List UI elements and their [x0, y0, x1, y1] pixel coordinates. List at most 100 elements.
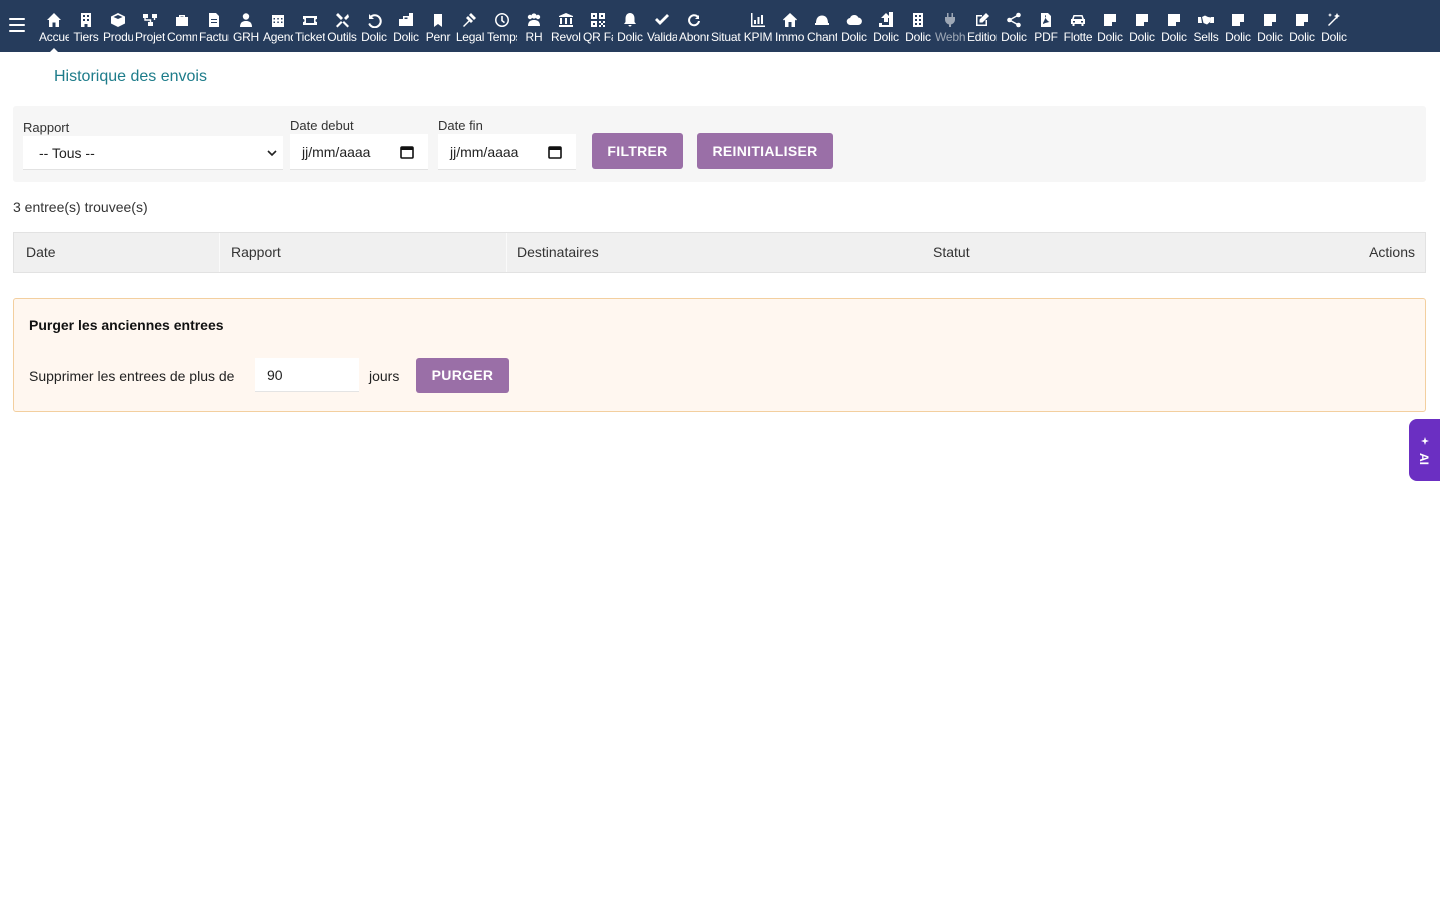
- menu-item[interactable]: Outils: [326, 0, 358, 52]
- main-menu: Accueil Tiers ProduitsProjetsCommercialFac…: [38, 0, 1350, 52]
- menu-item[interactable]: Dolic: [1126, 0, 1158, 52]
- menu-item-label: RH: [525, 30, 543, 44]
- menu-item[interactable]: Produits: [102, 0, 134, 52]
- start-date-input[interactable]: jj/mm/aaaa: [290, 134, 428, 170]
- purge-panel: Purger les anciennes entrees Supprimer l…: [13, 298, 1426, 412]
- menu-item[interactable]: Tickets: [294, 0, 326, 52]
- menu-item[interactable]: Edition: [966, 0, 998, 52]
- column-header-date[interactable]: Date: [26, 233, 56, 272]
- menu-item[interactable]: Penr: [422, 0, 454, 52]
- menu-item-label: Dolic: [1321, 30, 1347, 44]
- menu-item[interactable]: Dolic: [1158, 0, 1190, 52]
- column-header-report[interactable]: Rapport: [231, 233, 281, 272]
- filter-button[interactable]: FILTRER: [592, 133, 683, 169]
- menu-item[interactable]: Situation: [710, 0, 742, 52]
- menu-item[interactable]: RH: [518, 0, 550, 52]
- table-header-row: Date Rapport Destinataires Statut Action…: [13, 232, 1426, 273]
- menu-item[interactable]: Commercial: [166, 0, 198, 52]
- upload-icon: [870, 11, 902, 29]
- menu-item[interactable]: Dolic: [358, 0, 390, 52]
- menu-item[interactable]: Dolic: [1222, 0, 1254, 52]
- menu-item[interactable]: QR Factures: [582, 0, 614, 52]
- reset-button[interactable]: REINITIALISER: [697, 133, 833, 169]
- menu-item[interactable]: Dolic: [838, 0, 870, 52]
- menu-item[interactable]: Tiers: [70, 0, 102, 52]
- bookmark-icon: [422, 11, 454, 29]
- menu-item[interactable]: Webhook: [934, 0, 966, 52]
- calendar-icon: [262, 11, 294, 29]
- menu-item-label: PDF: [1034, 30, 1058, 44]
- menu-item[interactable]: Accueil: [38, 0, 70, 52]
- ticket-icon: [294, 11, 326, 29]
- end-date-placeholder: jj/mm/aaaa: [450, 144, 519, 160]
- user-tie-icon: [230, 11, 262, 29]
- menu-item-label: QR Factures: [583, 30, 613, 44]
- invoice-icon: [198, 11, 230, 29]
- menu-item[interactable]: Sells: [1190, 0, 1222, 52]
- column-divider: [219, 233, 220, 272]
- menu-item[interactable]: Projets: [134, 0, 166, 52]
- menu-item[interactable]: Immobilier: [774, 0, 806, 52]
- column-header-recipients[interactable]: Destinataires: [517, 233, 599, 272]
- menu-item[interactable]: Legal: [454, 0, 486, 52]
- report-select-value: -- Tous --: [39, 145, 95, 161]
- calendar-picker-icon[interactable]: [400, 145, 414, 159]
- menu-item[interactable]: Dolic: [870, 0, 902, 52]
- menu-item[interactable]: Dolic: [1254, 0, 1286, 52]
- menu-item[interactable]: PDF: [1030, 0, 1062, 52]
- menu-item-label: Outils: [327, 30, 357, 44]
- menu-item-label: Dolic: [1001, 30, 1027, 44]
- menu-item-label: Tickets: [295, 30, 325, 44]
- menu-item-label: Legal: [455, 30, 485, 44]
- report-select[interactable]: -- Tous --: [23, 136, 283, 170]
- menu-item[interactable]: Dolic: [1286, 0, 1318, 52]
- note-icon: [1286, 11, 1318, 29]
- column-divider: [506, 233, 507, 272]
- menu-item[interactable]: Abonnements: [678, 0, 710, 52]
- menu-item-label: Accueil: [39, 30, 69, 44]
- menu-item[interactable]: Dolic: [902, 0, 934, 52]
- report-filter-label: Rapport: [23, 120, 70, 135]
- purge-days-input[interactable]: 90: [255, 358, 359, 392]
- menu-item-label: Dolic: [1225, 30, 1251, 44]
- column-header-status[interactable]: Statut: [933, 233, 970, 272]
- ai-assistant-tab[interactable]: AI: [1409, 419, 1440, 481]
- menu-item[interactable]: Validation: [646, 0, 678, 52]
- page-title[interactable]: Historique des envois: [54, 68, 207, 86]
- note-icon: [1158, 11, 1190, 29]
- end-date-label: Date fin: [438, 118, 483, 133]
- menu-item[interactable]: Revolut: [550, 0, 582, 52]
- menu-item-label: Flotte: [1063, 30, 1093, 44]
- menu-item-label: Projets: [135, 30, 165, 44]
- clock-icon: [486, 11, 518, 29]
- menu-item[interactable]: Flotte: [1062, 0, 1094, 52]
- bell-icon: [614, 11, 646, 29]
- menu-item[interactable]: Temps: [486, 0, 518, 52]
- hamburger-menu-icon[interactable]: [9, 18, 25, 32]
- chevron-down-icon: [267, 150, 277, 157]
- menu-item-label: GRH: [232, 30, 260, 44]
- menu-item-label: Dolic: [361, 30, 387, 44]
- menu-item-label: Validation: [647, 30, 677, 44]
- purge-button[interactable]: PURGER: [416, 358, 509, 393]
- menu-item-label: Commercial: [167, 30, 197, 44]
- menu-item[interactable]: GRH: [230, 0, 262, 52]
- menu-item[interactable]: Chantier: [806, 0, 838, 52]
- briefcase-icon: [166, 11, 198, 29]
- menu-item[interactable]: Dolic: [1094, 0, 1126, 52]
- calendar-picker-icon[interactable]: [548, 145, 562, 159]
- menu-item[interactable]: KPIM: [742, 0, 774, 52]
- menu-item[interactable]: Dolic: [998, 0, 1030, 52]
- menu-item-label: Abonnements: [679, 30, 709, 44]
- menu-item[interactable]: Dolic: [614, 0, 646, 52]
- menu-item[interactable]: Dolic: [390, 0, 422, 52]
- share-icon: [998, 11, 1030, 29]
- cloud-icon: [838, 11, 870, 29]
- menu-item[interactable]: Dolic: [1318, 0, 1350, 52]
- menu-item[interactable]: Agenda: [262, 0, 294, 52]
- end-date-input[interactable]: jj/mm/aaaa: [438, 134, 576, 170]
- menu-item-label: Temps: [487, 30, 517, 44]
- menu-item[interactable]: Facturation: [198, 0, 230, 52]
- edit-icon: [966, 11, 998, 29]
- toolbox-icon: [390, 11, 422, 29]
